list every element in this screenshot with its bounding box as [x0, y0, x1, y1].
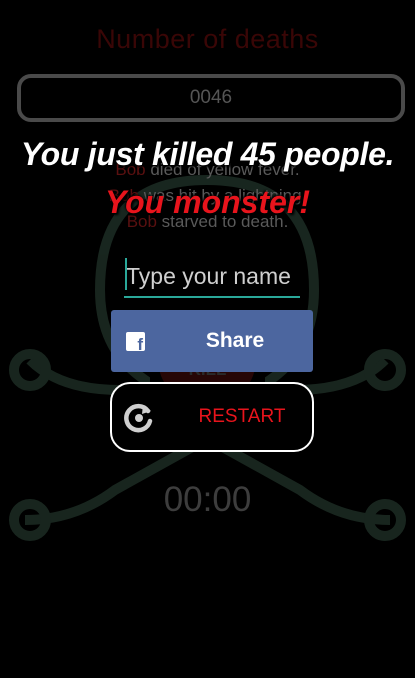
restart-label: RESTART	[198, 406, 286, 427]
result-subhead: You monster!	[104, 184, 311, 220]
text-cursor	[125, 258, 127, 290]
result-headline: You just killed 45 people.	[20, 136, 395, 172]
share-label: Share	[205, 329, 265, 352]
restart-icon	[124, 403, 153, 433]
game-over-dialog: You just killed 45 people. You monster! …	[0, 0, 415, 678]
restart-button[interactable]: RESTART	[110, 382, 314, 452]
facebook-icon: f	[126, 332, 145, 353]
name-input[interactable]	[124, 256, 300, 298]
share-button[interactable]: f Share	[111, 310, 313, 372]
